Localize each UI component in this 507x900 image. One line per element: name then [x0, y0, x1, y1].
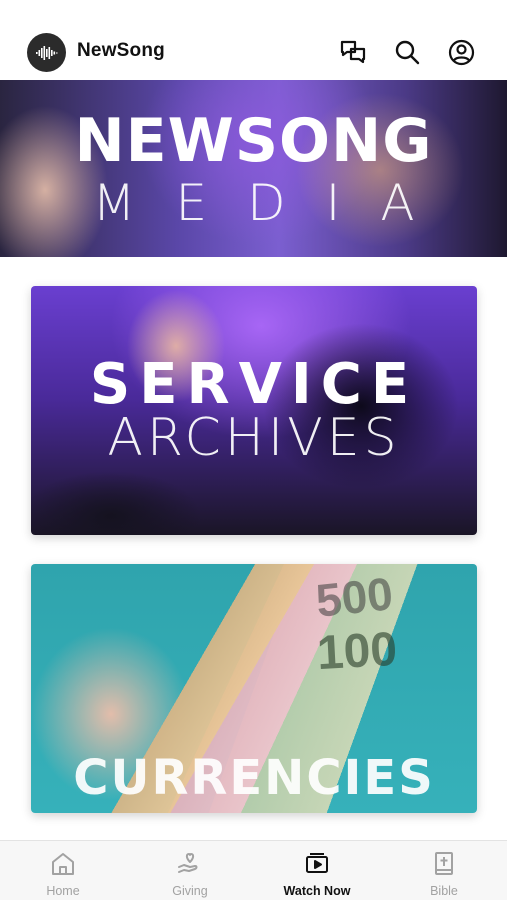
logo-icon[interactable]	[27, 33, 66, 72]
tab-watch-now[interactable]: Watch Now	[254, 841, 380, 900]
hero-subtitle: MEDIA	[92, 174, 455, 232]
tab-label: Watch Now	[283, 884, 351, 898]
banknote-500: 500	[313, 567, 396, 627]
watch-now-icon	[306, 853, 328, 873]
giving-icon	[178, 853, 198, 873]
top-bar: NewSong	[0, 0, 507, 80]
currencies-card[interactable]: 500 100 CURRENCIES	[31, 564, 477, 813]
card-title: CURRENCIES	[73, 750, 435, 806]
search-icon[interactable]	[393, 38, 421, 66]
hero-banner[interactable]: NEWSONG MEDIA	[0, 80, 507, 257]
soundwave-icon	[35, 45, 58, 60]
bible-icon	[435, 852, 453, 875]
banknote-100: 100	[315, 622, 399, 681]
hero-title: NEWSONG	[74, 106, 433, 176]
app-name: NewSong	[77, 40, 165, 61]
card-subtitle: ARCHIVES	[107, 408, 401, 468]
bottom-tab-bar: Home Giving Watch Now Bible	[0, 840, 507, 900]
profile-icon[interactable]	[447, 38, 475, 66]
tab-label: Giving	[172, 884, 208, 898]
chat-icon[interactable]	[339, 38, 367, 66]
service-archives-card[interactable]: SERVICE ARCHIVES	[31, 286, 477, 535]
tab-bible[interactable]: Bible	[381, 841, 507, 900]
tab-label: Bible	[430, 884, 458, 898]
home-icon	[52, 853, 74, 875]
tab-giving[interactable]: Giving	[127, 841, 253, 900]
tab-home[interactable]: Home	[0, 841, 126, 900]
tab-label: Home	[46, 884, 80, 898]
